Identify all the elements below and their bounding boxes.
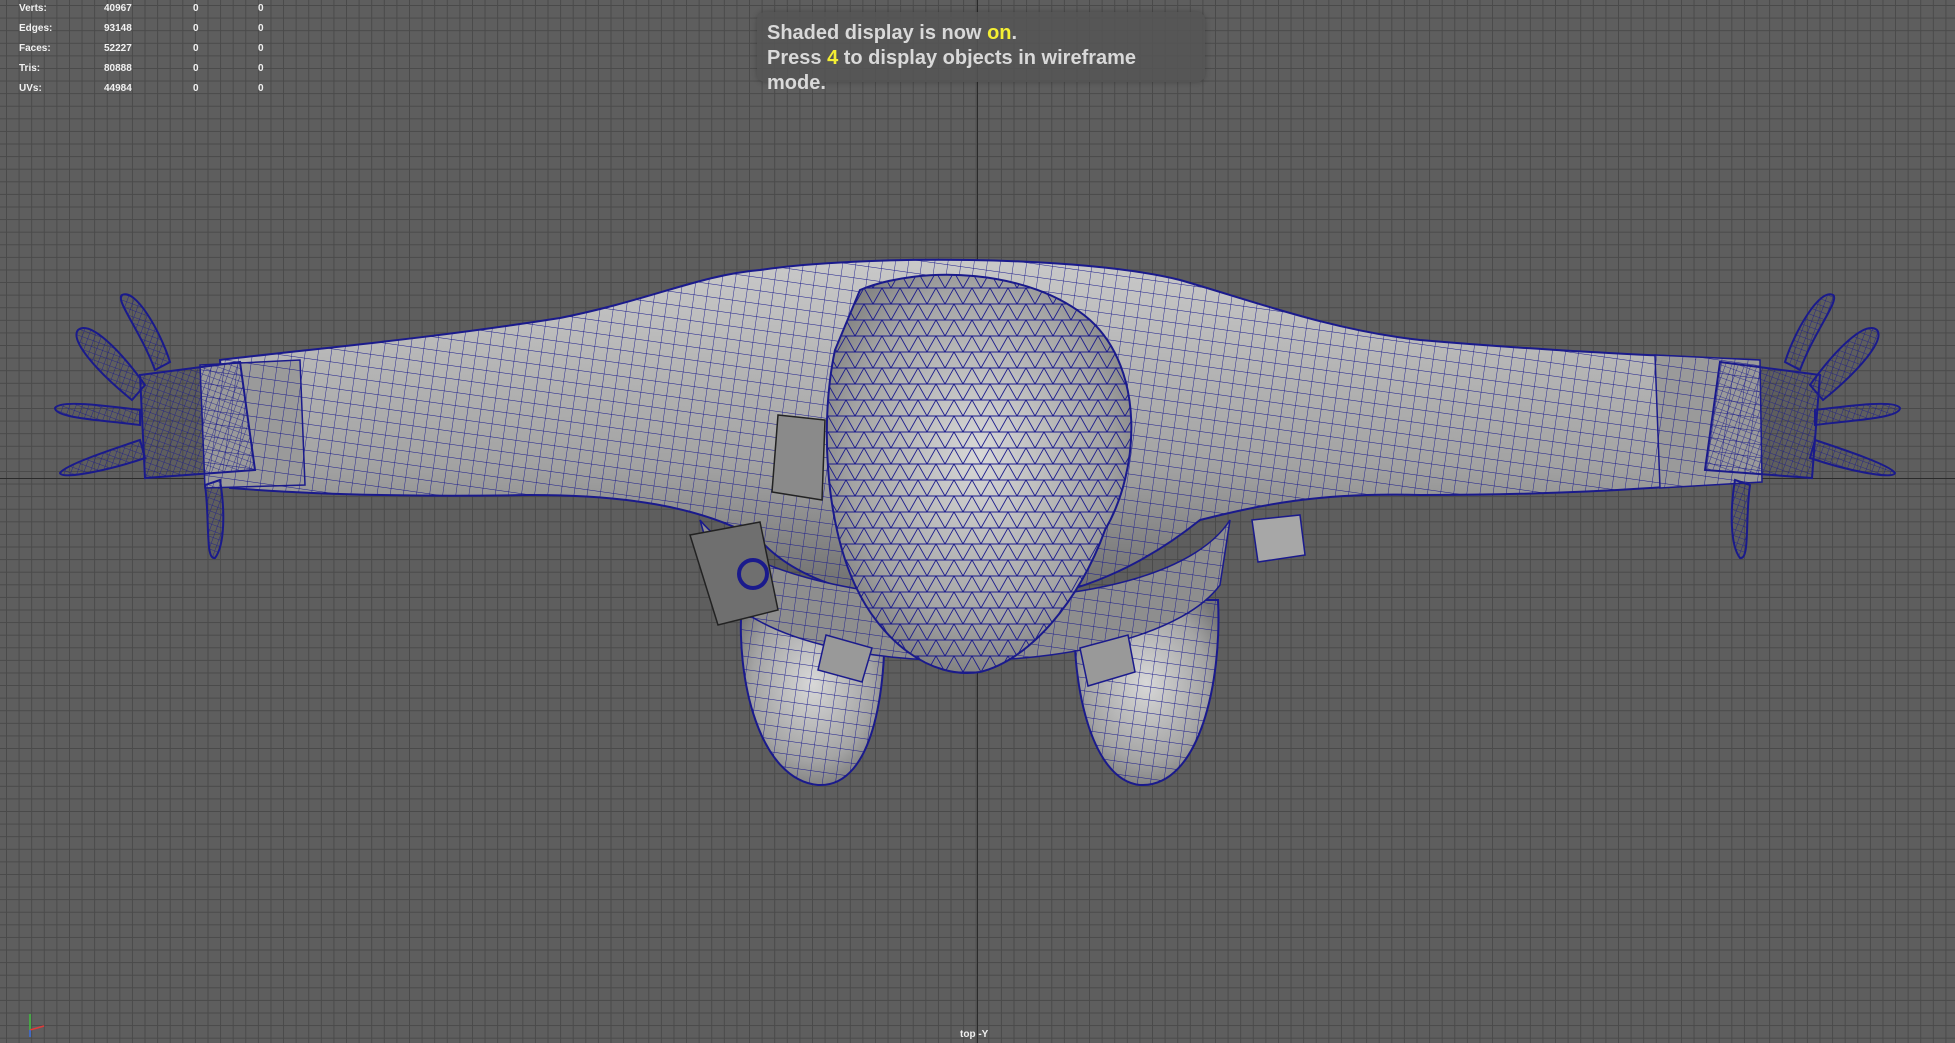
hud-value: 40967 (104, 3, 132, 14)
hud-label: UVs: (19, 83, 42, 94)
hud-value: 0 (258, 43, 264, 54)
hud-label: Verts: (19, 3, 47, 14)
hud-value: 44984 (104, 83, 132, 94)
hud-value: 52227 (104, 43, 132, 54)
hud-label: Edges: (19, 23, 53, 34)
hud-row-faces: Faces: 52227 0 0 (0, 40, 280, 60)
message-text: . (1011, 22, 1018, 44)
maya-viewport[interactable]: Verts: 40967 0 0 Edges: 93148 0 0 Faces:… (0, 0, 1955, 1043)
hud-value: 0 (258, 23, 264, 34)
hud-value: 0 (193, 83, 199, 94)
hud-value: 0 (258, 83, 264, 94)
character-mesh-wireframe[interactable] (0, 0, 1955, 1043)
inview-message: Shaded display is now on. Press 4 to dis… (757, 12, 1205, 94)
hud-label: Faces: (19, 43, 51, 54)
hud-label: Tris: (19, 63, 41, 74)
hud-value: 80888 (104, 63, 132, 74)
message-highlight: 4 (827, 47, 839, 69)
left-hand (53, 293, 257, 559)
message-text: Shaded display is now (767, 22, 988, 44)
hud-value: 0 (258, 3, 264, 14)
hud-row-tris: Tris: 80888 0 0 (0, 60, 280, 80)
xyz-axis-icon (29, 1014, 45, 1037)
hud-row-edges: Edges: 93148 0 0 (0, 20, 280, 40)
camera-label: top -Y (960, 1029, 989, 1040)
hud-row-verts: Verts: 40967 0 0 (0, 0, 280, 20)
message-highlight: on (987, 22, 1012, 44)
hud-row-uvs: UVs: 44984 0 0 (0, 80, 280, 100)
right-hand (1703, 293, 1902, 559)
hud-value: 0 (258, 63, 264, 74)
message-text: Press (767, 47, 828, 69)
hud-value: 0 (193, 23, 199, 34)
poly-count-hud: Verts: 40967 0 0 Edges: 93148 0 0 Faces:… (0, 0, 280, 100)
hud-value: 0 (193, 43, 199, 54)
hud-value: 93148 (104, 23, 132, 34)
hud-value: 0 (193, 3, 199, 14)
message-line-2: Press 4 to display objects in wireframe … (767, 46, 1195, 96)
message-line-1: Shaded display is now on. (767, 21, 1195, 46)
hud-value: 0 (193, 63, 199, 74)
